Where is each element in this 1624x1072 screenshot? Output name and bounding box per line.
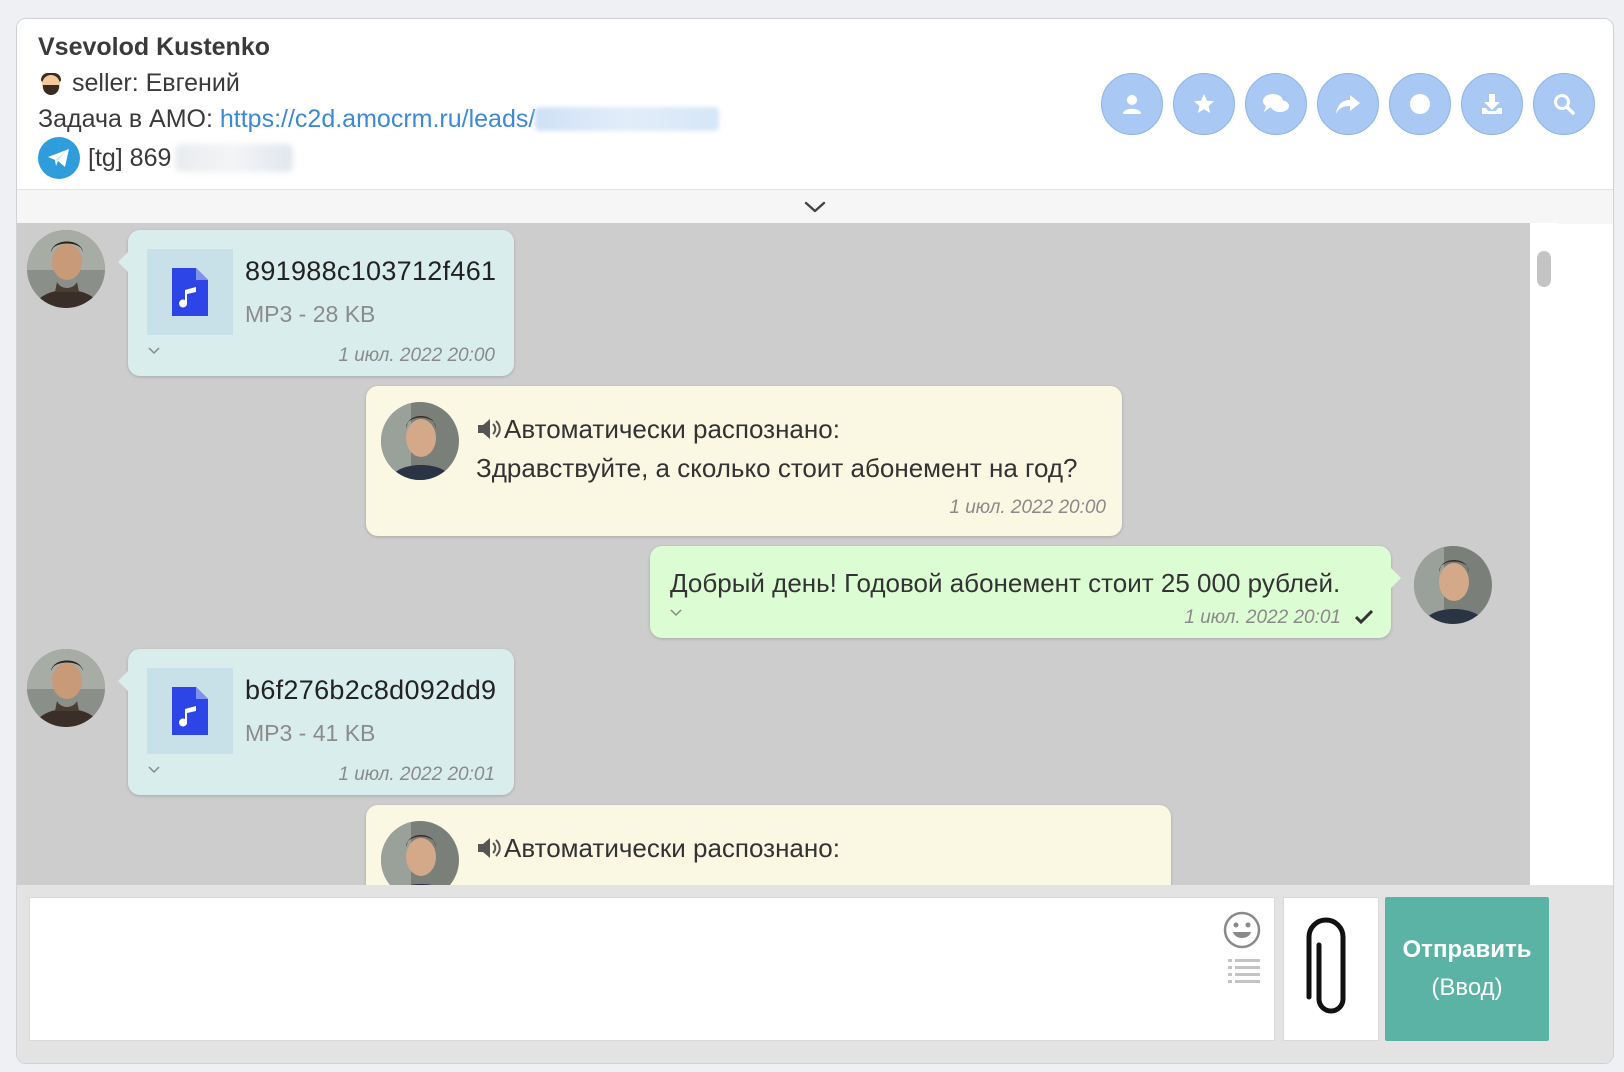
user-icon (1123, 95, 1141, 114)
telegram-id: [tg] 869 (88, 143, 172, 172)
task-line: Задача в АМО: https://c2d.amocrm.ru/lead… (38, 105, 720, 134)
message-file-2[interactable]: b6f276b2c8d092dd9 MP3 - 41 KB 1 июл. 202… (118, 649, 514, 795)
redacted-lead-id (535, 107, 720, 131)
transcription-title: Автоматически распознано: (476, 414, 840, 445)
message-list-scrollbar[interactable] (1530, 223, 1558, 885)
composer: Отправить (Ввод) (17, 885, 1613, 1063)
send-label: Отправить (1402, 936, 1532, 963)
share-icon (1336, 95, 1360, 114)
forward-button[interactable] (1317, 73, 1379, 135)
avatar-manager (381, 402, 459, 480)
check-icon (1355, 610, 1373, 624)
file-name[interactable]: 891988c103712f461 (245, 256, 496, 287)
avatar-client (27, 649, 105, 727)
transcription-text: Здравствуйте, а сколько стоит абонемент … (476, 453, 1078, 483)
record-icon (1410, 94, 1430, 114)
message-timestamp: 1 июл. 2022 20:01 (338, 764, 495, 785)
message-timestamp: 1 июл. 2022 20:00 (949, 497, 1106, 518)
emoji-button[interactable] (1222, 910, 1262, 950)
message-menu-chevron-icon[interactable] (148, 761, 160, 777)
seller-line: seller: Евгений (38, 69, 240, 98)
chat-panel: Vsevolod Kustenko seller: Евгений Задача… (16, 18, 1614, 1064)
download-button[interactable] (1461, 73, 1523, 135)
favorite-button[interactable] (1173, 73, 1235, 135)
header-actions (1101, 73, 1595, 135)
send-button[interactable]: Отправить (Ввод) (1385, 897, 1549, 1041)
audio-file-icon[interactable] (147, 668, 233, 754)
send-shortcut-hint: (Ввод) (1431, 974, 1503, 1001)
telegram-icon (38, 137, 80, 179)
message-list[interactable]: 891988c103712f461 MP3 - 28 KB 1 июл. 202… (17, 223, 1530, 885)
star-icon (1194, 94, 1214, 113)
file-meta: MP3 - 28 KB (245, 301, 376, 327)
chevron-down-icon (804, 201, 826, 213)
comments-icon (1263, 94, 1289, 112)
task-link[interactable]: https://c2d.amocrm.ru/leads/ (220, 105, 535, 133)
audio-file-icon[interactable] (147, 249, 233, 335)
search-button[interactable] (1533, 73, 1595, 135)
templates-button[interactable] (1226, 956, 1262, 988)
message-timestamp: 1 июл. 2022 20:00 (338, 345, 495, 366)
paperclip-icon (1306, 917, 1346, 1014)
file-name[interactable]: b6f276b2c8d092dd9 (245, 675, 496, 706)
message-text: Добрый день! Годовой абонемент стоит 25 … (670, 568, 1341, 598)
telegram-line: [tg] 869 (38, 137, 294, 179)
message-menu-chevron-icon[interactable] (148, 342, 160, 358)
seller-label: seller: Евгений (72, 69, 240, 97)
message-input[interactable] (29, 897, 1275, 1041)
message-outgoing-1[interactable]: Добрый день! Годовой абонемент стоит 25 … (650, 546, 1401, 638)
avatar-manager (1414, 546, 1492, 624)
file-meta: MP3 - 41 KB (245, 720, 376, 746)
search-icon (1554, 94, 1575, 115)
smiley-icon (1223, 911, 1261, 949)
header-collapse-toggle[interactable] (17, 189, 1613, 224)
message-transcription-1[interactable]: Автоматически распознано: Здравствуйте, … (366, 386, 1122, 536)
message-transcription-2[interactable]: Автоматически распознано: (366, 805, 1171, 885)
transcription-title: Автоматически распознано: (476, 833, 840, 864)
scrollbar-thumb[interactable] (1537, 251, 1551, 287)
speaker-icon (478, 838, 501, 858)
bearded-man-emoji-icon (38, 70, 64, 97)
list-icon (1228, 959, 1260, 983)
avatar-manager (381, 821, 459, 885)
message-menu-chevron-icon[interactable] (670, 604, 682, 620)
record-button[interactable] (1389, 73, 1451, 135)
speaker-icon (478, 419, 501, 439)
message-file-1[interactable]: 891988c103712f461 MP3 - 28 KB 1 июл. 202… (118, 230, 514, 376)
download-icon (1482, 94, 1502, 114)
redacted-telegram-id (175, 144, 294, 172)
contact-name: Vsevolod Kustenko (38, 33, 270, 61)
chat-header: Vsevolod Kustenko seller: Евгений Задача… (17, 19, 1613, 197)
task-label: Задача в АМО: (38, 105, 220, 133)
attach-button[interactable] (1283, 897, 1379, 1041)
profile-button[interactable] (1101, 73, 1163, 135)
comments-button[interactable] (1245, 73, 1307, 135)
avatar-client (27, 230, 105, 308)
message-timestamp: 1 июл. 2022 20:01 (1184, 607, 1341, 628)
